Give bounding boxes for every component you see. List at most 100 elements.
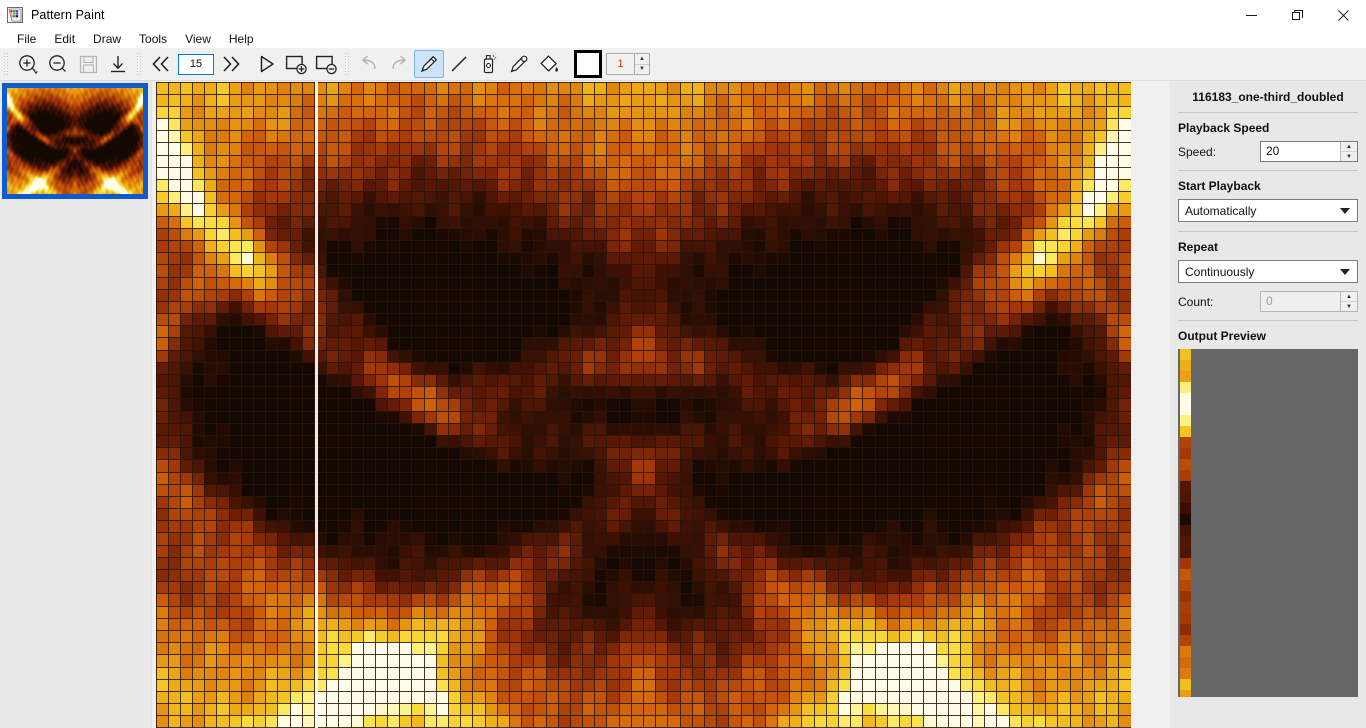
preview-strip-cell	[1180, 558, 1191, 569]
repeat-heading: Repeat	[1178, 240, 1219, 254]
brush-width-up-icon[interactable]: ▲	[635, 54, 649, 65]
speed-stepper[interactable]: 20 ▲ ▼	[1260, 141, 1358, 162]
remove-frame-button[interactable]	[311, 50, 341, 78]
preview-strip-cell	[1180, 646, 1191, 657]
rewind-button[interactable]	[146, 50, 176, 78]
frame-thumbnail-item[interactable]	[2, 83, 148, 199]
preview-strip-cell	[1180, 635, 1191, 646]
toolbar-sep-1	[248, 53, 249, 75]
frame-number-input[interactable]: 15	[178, 53, 214, 75]
preview-strip-cell	[1180, 569, 1191, 580]
frame-list-panel	[0, 81, 152, 728]
repeat-value: Continuously	[1185, 264, 1255, 279]
preview-strip-cell	[1180, 547, 1191, 558]
paint-bucket-tool-button[interactable]	[534, 50, 564, 78]
speed-up-icon[interactable]: ▲	[1341, 142, 1357, 152]
menu-tools[interactable]: Tools	[130, 30, 176, 48]
chevron-down-icon	[1340, 268, 1350, 275]
playback-speed-heading: Playback Speed	[1178, 121, 1270, 135]
preview-strip-cell	[1180, 415, 1191, 426]
save-button	[73, 50, 103, 78]
minimize-button[interactable]	[1228, 0, 1274, 30]
preview-strip-cell	[1180, 459, 1191, 470]
preview-strip-cell	[1180, 580, 1191, 591]
preview-strip-cell	[1180, 371, 1191, 382]
preview-strip-cell	[1180, 437, 1191, 448]
toolbar-grip-view[interactable]	[3, 52, 10, 76]
preview-strip-cell	[1180, 679, 1191, 690]
count-up-icon: ▲	[1341, 292, 1357, 302]
brush-width-arrows[interactable]: ▲ ▼	[634, 54, 649, 74]
preview-strip-cell	[1180, 613, 1191, 624]
line-tool-button[interactable]	[444, 50, 474, 78]
preview-strip-cell	[1180, 624, 1191, 635]
divider-2	[1178, 231, 1358, 232]
preview-strip-cell	[1180, 492, 1191, 503]
spray-can-tool-button[interactable]	[474, 50, 504, 78]
menu-help[interactable]: Help	[220, 30, 263, 48]
preview-strip-cell	[1180, 668, 1191, 679]
output-preview-heading: Output Preview	[1178, 329, 1267, 343]
redo-button	[384, 50, 414, 78]
preview-strip-cell	[1180, 382, 1191, 393]
title-bar: Pattern Paint	[0, 0, 1366, 30]
count-value: 0	[1266, 294, 1273, 308]
pixel-grid[interactable]	[156, 82, 1131, 728]
divider-1	[1178, 170, 1358, 171]
preview-strip-cell	[1180, 481, 1191, 492]
toolbar: 15 1 ▲ ▼	[0, 48, 1366, 81]
start-playback-value: Automatically	[1185, 203, 1257, 218]
count-stepper: 0 ▲ ▼	[1260, 291, 1358, 312]
play-button[interactable]	[251, 50, 281, 78]
close-button[interactable]	[1320, 0, 1366, 30]
speed-down-icon[interactable]: ▼	[1341, 152, 1357, 161]
speed-row: Speed: 20 ▲ ▼	[1178, 141, 1358, 162]
count-row: Count: 0 ▲ ▼	[1178, 291, 1358, 312]
preview-strip-cell	[1180, 470, 1191, 481]
preview-strip-cell	[1180, 690, 1191, 697]
fast-forward-button[interactable]	[216, 50, 246, 78]
menu-edit[interactable]: Edit	[45, 30, 84, 48]
drawing-canvas-area[interactable]	[152, 81, 1170, 728]
menu-bar: File Edit Draw Tools View Help	[0, 30, 1366, 48]
speed-value: 20	[1266, 144, 1280, 158]
properties-sidebar: 116183_one-third_doubled Playback Speed …	[1170, 81, 1366, 728]
preview-strip-cell	[1180, 426, 1191, 437]
start-playback-heading: Start Playback	[1178, 179, 1261, 193]
repeat-select[interactable]: Continuously	[1178, 260, 1358, 283]
count-label: Count:	[1178, 294, 1214, 309]
brush-width-stepper[interactable]: 1 ▲ ▼	[606, 53, 650, 75]
preview-strip-cell	[1180, 514, 1191, 525]
divider-3	[1178, 320, 1358, 321]
restore-button[interactable]	[1274, 0, 1320, 30]
start-playback-select[interactable]: Automatically	[1178, 199, 1358, 222]
current-color-swatch[interactable]	[574, 50, 602, 78]
brush-width-down-icon[interactable]: ▼	[635, 65, 649, 75]
zoom-out-button[interactable]	[43, 50, 73, 78]
pattern-name-label: 116183_one-third_doubled	[1178, 81, 1358, 113]
export-button[interactable]	[103, 50, 133, 78]
menu-file[interactable]: File	[8, 30, 45, 48]
preview-strip-cell	[1180, 360, 1191, 371]
preview-strip-cell	[1180, 591, 1191, 602]
pencil-tool-button[interactable]	[414, 50, 444, 78]
preview-strip-cell	[1180, 393, 1191, 404]
menu-view[interactable]: View	[176, 30, 220, 48]
toolbar-grip-edit[interactable]	[344, 52, 351, 76]
app-icon	[7, 7, 23, 23]
eyedropper-tool-button[interactable]	[504, 50, 534, 78]
preview-strip-cell	[1180, 536, 1191, 547]
count-down-icon: ▼	[1346, 303, 1352, 310]
window-controls	[1228, 0, 1366, 30]
speed-arrows[interactable]: ▲ ▼	[1340, 142, 1357, 161]
undo-button	[354, 50, 384, 78]
zoom-in-button[interactable]	[13, 50, 43, 78]
chevron-down-icon	[1340, 207, 1350, 214]
menu-draw[interactable]: Draw	[84, 30, 130, 48]
preview-strip-cell	[1180, 448, 1191, 459]
toolbar-grip-playback[interactable]	[136, 52, 143, 76]
frame-thumbnail-image	[7, 88, 143, 194]
add-frame-button[interactable]	[281, 50, 311, 78]
window-title: Pattern Paint	[31, 8, 105, 22]
speed-label: Speed:	[1178, 144, 1217, 159]
